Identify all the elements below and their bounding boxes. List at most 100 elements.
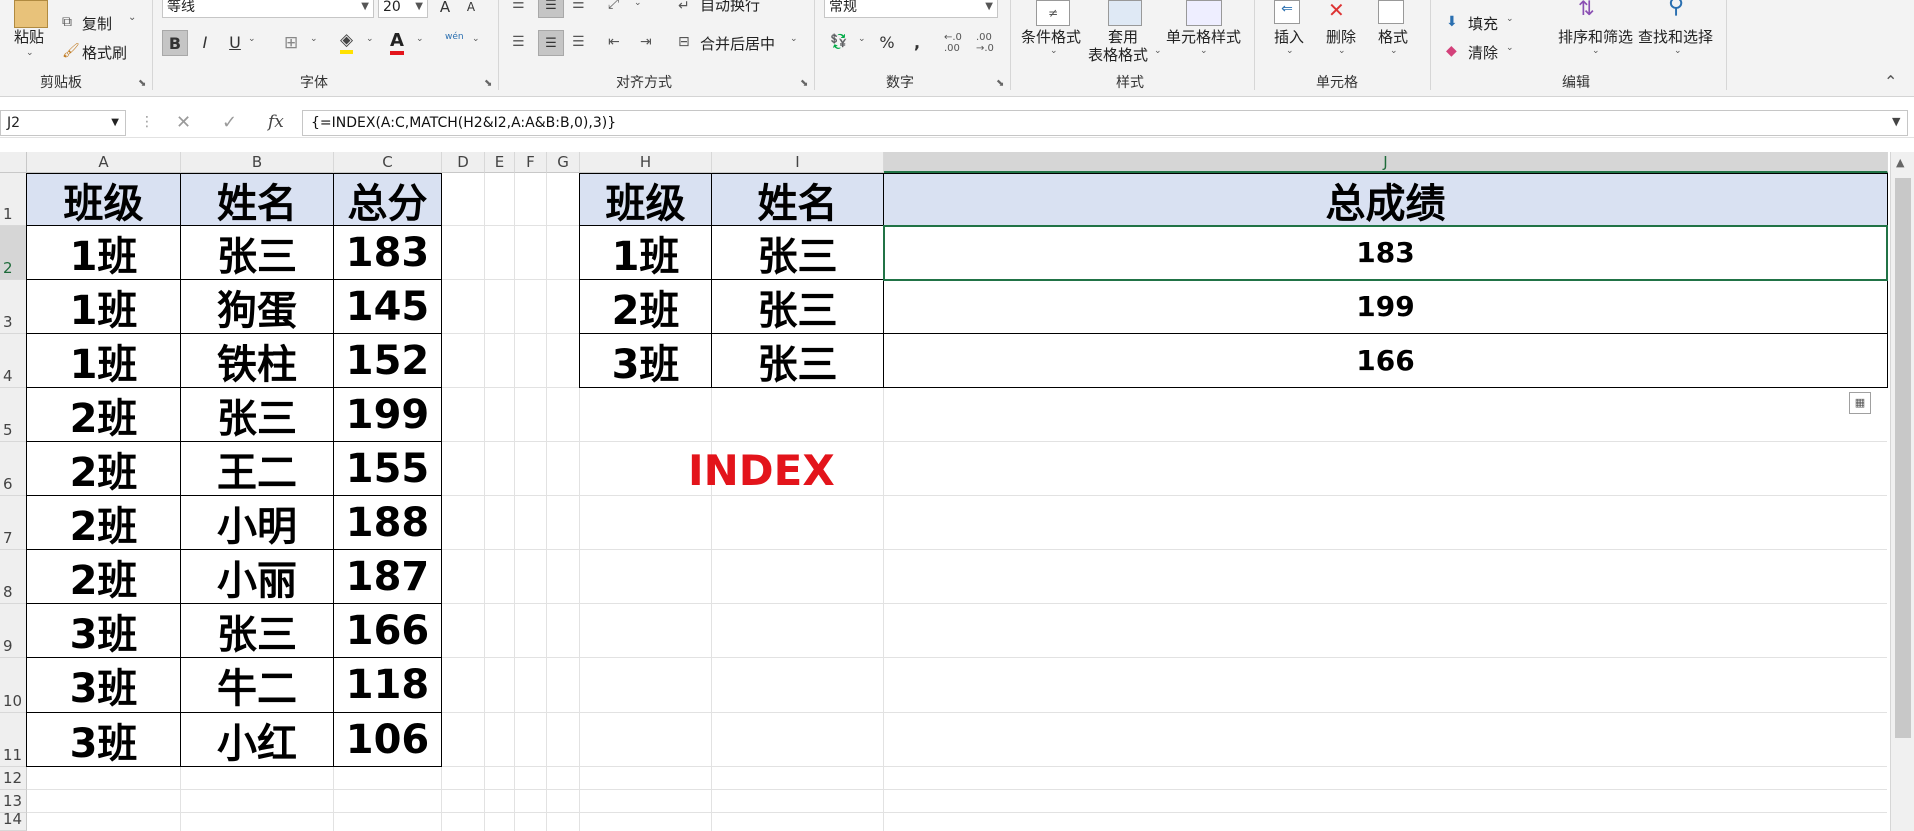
select-all-corner[interactable] bbox=[0, 152, 27, 173]
data-cell[interactable]: 187 bbox=[334, 550, 442, 604]
percent-button[interactable]: % bbox=[874, 30, 900, 56]
data-cell[interactable]: 王二 bbox=[181, 442, 334, 496]
column-header-d[interactable]: D bbox=[442, 152, 485, 173]
data-cell[interactable]: 199 bbox=[334, 388, 442, 442]
accounting-format-icon[interactable]: 💱 bbox=[830, 34, 847, 50]
row-header-3[interactable]: 3 bbox=[0, 280, 27, 334]
data-cell[interactable]: 1班 bbox=[26, 334, 181, 388]
data-cell[interactable]: 张三 bbox=[712, 334, 884, 388]
data-cell[interactable]: 118 bbox=[334, 658, 442, 713]
more-options-icon[interactable]: ⋮ bbox=[140, 114, 154, 130]
data-cell[interactable]: 张三 bbox=[181, 388, 334, 442]
data-cell[interactable]: 2班 bbox=[26, 442, 181, 496]
data-cell[interactable]: 牛二 bbox=[181, 658, 334, 713]
shrink-font-button[interactable]: A bbox=[458, 0, 484, 20]
name-box[interactable]: J2 ▼ bbox=[0, 110, 126, 136]
data-cell[interactable]: 小明 bbox=[181, 496, 334, 550]
conditional-format-button[interactable]: 条件格式 bbox=[1021, 28, 1081, 46]
clipboard-launcher-icon[interactable]: ⬊ bbox=[138, 78, 146, 89]
data-cell[interactable]: 1班 bbox=[579, 226, 712, 280]
alignment-launcher-icon[interactable]: ⬊ bbox=[800, 78, 808, 89]
header-cell[interactable]: 姓名 bbox=[712, 173, 884, 227]
format-painter-button[interactable]: 格式刷 bbox=[82, 44, 127, 62]
chevron-down-icon[interactable]: ⌄ bbox=[1390, 46, 1398, 56]
data-cell[interactable]: 张三 bbox=[181, 604, 334, 658]
insert-button[interactable]: 插入 bbox=[1274, 28, 1304, 46]
data-cell[interactable]: 1班 bbox=[26, 226, 181, 280]
row-header-10[interactable]: 10 bbox=[0, 658, 27, 713]
row-header-7[interactable]: 7 bbox=[0, 496, 27, 550]
data-cell[interactable]: 2班 bbox=[26, 550, 181, 604]
wrap-text-button[interactable]: 自动换行 bbox=[700, 0, 760, 14]
data-cell[interactable]: 3班 bbox=[26, 713, 181, 767]
collapse-ribbon-icon[interactable]: ⌃ bbox=[1884, 72, 1897, 91]
chevron-down-icon[interactable]: ⌄ bbox=[1050, 46, 1058, 56]
bold-button[interactable]: B bbox=[162, 30, 188, 56]
data-cell[interactable]: 张三 bbox=[181, 226, 334, 280]
scrollbar-thumb[interactable] bbox=[1895, 178, 1911, 738]
sort-filter-button[interactable]: 排序和筛选 bbox=[1558, 28, 1633, 46]
chevron-down-icon[interactable]: ⌄ bbox=[1506, 14, 1514, 24]
chevron-down-icon[interactable]: ⌄ bbox=[1592, 46, 1600, 56]
font-launcher-icon[interactable]: ⬊ bbox=[484, 78, 492, 89]
formula-input[interactable]: {=INDEX(A:C,MATCH(H2&I2,A:A&B:B,0),3)} bbox=[302, 110, 1908, 136]
find-select-button[interactable]: 查找和选择 bbox=[1638, 28, 1713, 46]
row-header-5[interactable]: 5 bbox=[0, 388, 27, 442]
italic-button[interactable]: I bbox=[192, 30, 218, 56]
data-cell[interactable]: 小丽 bbox=[181, 550, 334, 604]
row-header-8[interactable]: 8 bbox=[0, 550, 27, 604]
increase-indent-icon[interactable]: ⇥ bbox=[640, 34, 652, 50]
result-cell[interactable]: 166 bbox=[884, 334, 1888, 388]
chevron-down-icon[interactable]: ⌄ bbox=[1154, 46, 1162, 56]
increase-decimal-icon[interactable]: ←.0.00 bbox=[944, 32, 962, 54]
data-cell[interactable]: 3班 bbox=[579, 334, 712, 388]
insert-function-button[interactable]: fx bbox=[268, 112, 284, 132]
data-cell[interactable]: 张三 bbox=[712, 280, 884, 334]
data-cell[interactable]: 3班 bbox=[26, 604, 181, 658]
data-cell[interactable]: 145 bbox=[334, 280, 442, 334]
font-name-select[interactable]: 等线 ▼ bbox=[162, 0, 374, 18]
row-header-11[interactable]: 11 bbox=[0, 713, 27, 767]
data-cell[interactable]: 狗蛋 bbox=[181, 280, 334, 334]
align-bottom-icon[interactable]: ☰ bbox=[572, 0, 585, 12]
row-header-4[interactable]: 4 bbox=[0, 334, 27, 388]
data-cell[interactable]: 155 bbox=[334, 442, 442, 496]
row-header-9[interactable]: 9 bbox=[0, 604, 27, 658]
align-center-button[interactable]: ☰ bbox=[538, 30, 564, 56]
expand-formula-icon[interactable]: ▼ bbox=[1892, 115, 1900, 128]
font-size-select[interactable]: 20 ▼ bbox=[378, 0, 428, 18]
data-cell[interactable]: 小红 bbox=[181, 713, 334, 767]
cell-styles-button[interactable]: 单元格样式 bbox=[1166, 28, 1241, 46]
decrease-indent-icon[interactable]: ⇤ bbox=[608, 34, 620, 50]
delete-button[interactable]: 删除 bbox=[1326, 28, 1356, 46]
format-button[interactable]: 格式 bbox=[1378, 28, 1408, 46]
data-cell[interactable]: 2班 bbox=[579, 280, 712, 334]
data-cell[interactable]: 2班 bbox=[26, 496, 181, 550]
chevron-down-icon[interactable]: ⌄ bbox=[1506, 43, 1514, 53]
enter-icon[interactable]: ✓ bbox=[222, 112, 237, 133]
underline-button[interactable]: U bbox=[222, 30, 248, 56]
chevron-down-icon[interactable]: ⌄ bbox=[416, 34, 424, 44]
data-cell[interactable]: 3班 bbox=[26, 658, 181, 713]
header-cell[interactable]: 总成绩 bbox=[884, 173, 1888, 227]
chevron-down-icon[interactable]: ⌄ bbox=[634, 0, 642, 8]
chevron-down-icon[interactable]: ⌄ bbox=[310, 34, 318, 44]
row-header-14[interactable]: 14 bbox=[0, 810, 27, 831]
grow-font-button[interactable]: A bbox=[432, 0, 458, 20]
fill-color-icon[interactable]: ◈ bbox=[340, 30, 354, 54]
header-cell[interactable]: 班级 bbox=[579, 173, 712, 227]
orientation-icon[interactable]: ⤢ bbox=[608, 0, 619, 12]
chevron-down-icon[interactable]: ⌄ bbox=[1674, 46, 1682, 56]
data-cell[interactable]: 106 bbox=[334, 713, 442, 767]
result-cell[interactable]: 183 bbox=[884, 226, 1888, 280]
data-cell[interactable]: 188 bbox=[334, 496, 442, 550]
vertical-scrollbar[interactable]: ▲ bbox=[1890, 152, 1914, 831]
chevron-down-icon[interactable]: ⌄ bbox=[472, 34, 480, 44]
chevron-down-icon[interactable]: ⌄ bbox=[858, 34, 866, 44]
chevron-down-icon[interactable]: ⌄ bbox=[1338, 46, 1346, 56]
fill-button[interactable]: 填充 bbox=[1468, 15, 1498, 33]
clear-button[interactable]: 清除 bbox=[1468, 44, 1498, 62]
font-color-icon[interactable]: A bbox=[390, 30, 404, 55]
number-launcher-icon[interactable]: ⬊ bbox=[996, 78, 1004, 89]
align-left-icon[interactable]: ☰ bbox=[512, 34, 525, 50]
